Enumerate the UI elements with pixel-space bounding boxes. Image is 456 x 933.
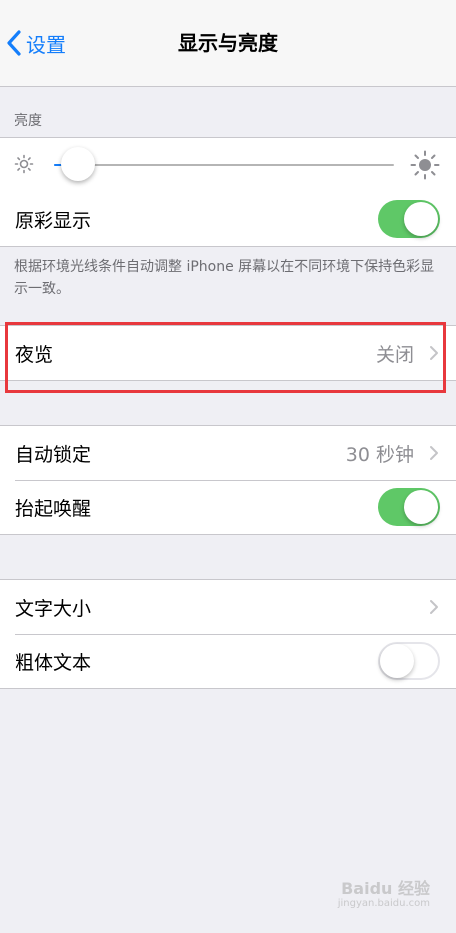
night-shift-value: 关闭 xyxy=(375,343,414,366)
brightness-header: 亮度 xyxy=(14,113,42,129)
true-tone-label: 原彩显示 xyxy=(15,209,92,232)
brightness-slider[interactable] xyxy=(54,147,394,181)
night-shift-group: 夜览 关闭 xyxy=(0,325,456,381)
chevron-right-icon xyxy=(430,446,438,460)
auto-lock-row[interactable]: 自动锁定 30 秒钟 xyxy=(0,426,456,480)
true-tone-row: 原彩显示 xyxy=(0,192,456,246)
text-group: 文字大小 粗体文本 xyxy=(0,579,456,689)
sun-small-icon xyxy=(14,154,34,174)
brightness-slider-thumb[interactable] xyxy=(60,147,95,181)
navigation-bar: 设置 显示与亮度 xyxy=(0,0,456,87)
toggle-knob xyxy=(380,644,414,678)
baidu-watermark: Baidu 经验 xyxy=(341,879,430,898)
sun-large-icon xyxy=(410,150,440,180)
text-size-row[interactable]: 文字大小 xyxy=(0,580,456,634)
brightness-group: 原彩显示 xyxy=(0,137,456,247)
brightness-slider-row xyxy=(0,138,456,192)
true-tone-footnote: 根据环境光线条件自动调整 iPhone 屏幕以在不同环境下保持色彩显示一致。 xyxy=(14,259,435,297)
true-tone-toggle[interactable] xyxy=(378,200,440,238)
raise-to-wake-label: 抬起唤醒 xyxy=(15,497,92,520)
night-shift-row[interactable]: 夜览 关闭 xyxy=(0,326,456,380)
toggle-knob xyxy=(404,490,438,524)
baidu-watermark-url: jingyan.baidu.com xyxy=(337,898,430,909)
bold-text-label: 粗体文本 xyxy=(15,651,92,674)
toggle-knob xyxy=(404,202,438,236)
auto-lock-value: 30 秒钟 xyxy=(345,443,414,466)
bold-text-row: 粗体文本 xyxy=(0,634,456,688)
bold-text-toggle[interactable] xyxy=(378,642,440,680)
lock-group: 自动锁定 30 秒钟 抬起唤醒 xyxy=(0,425,456,535)
chevron-right-icon xyxy=(430,346,438,360)
raise-to-wake-toggle[interactable] xyxy=(378,488,440,526)
text-size-label: 文字大小 xyxy=(15,597,92,620)
night-shift-label: 夜览 xyxy=(15,343,54,366)
auto-lock-label: 自动锁定 xyxy=(15,443,92,466)
chevron-right-icon xyxy=(430,600,438,614)
raise-to-wake-row: 抬起唤醒 xyxy=(0,480,456,534)
page-title: 显示与亮度 xyxy=(178,31,278,55)
